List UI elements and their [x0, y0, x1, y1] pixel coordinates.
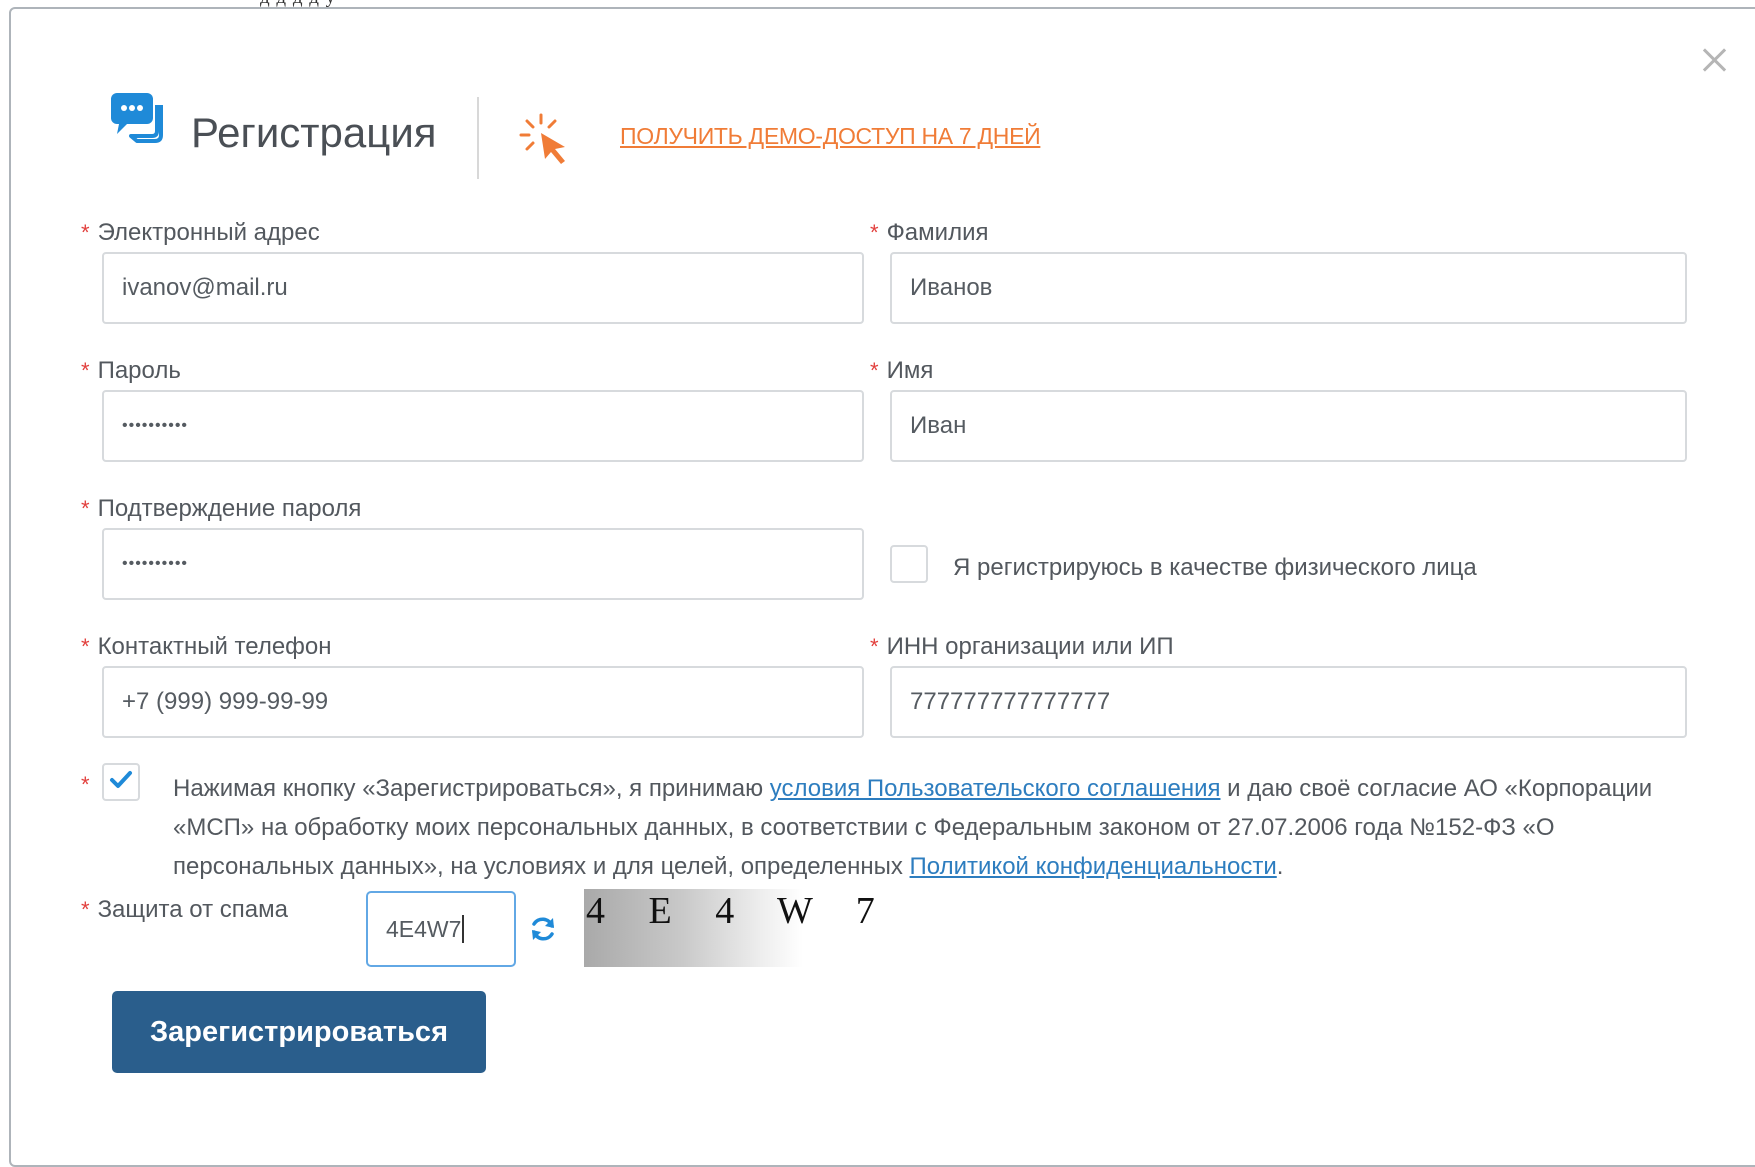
required-mark: *	[81, 496, 90, 521]
phone-label: * Контактный телефон	[81, 633, 332, 660]
individual-checkbox[interactable]	[890, 545, 928, 583]
consent-checkbox[interactable]	[102, 763, 140, 801]
inn-field[interactable]: 777777777777777	[890, 666, 1687, 738]
individual-label: Я регистрируюсь в качестве физического л…	[953, 554, 1477, 581]
captcha-label: * Защита от спама	[81, 896, 288, 923]
required-mark: *	[870, 220, 879, 245]
register-button[interactable]: Зарегистрироваться	[112, 991, 486, 1073]
required-mark: *	[870, 358, 879, 383]
header-divider	[477, 97, 479, 179]
firstname-field[interactable]: Иван	[890, 390, 1687, 462]
password-field[interactable]: ••••••••••	[102, 390, 864, 462]
lastname-field[interactable]: Иванов	[890, 252, 1687, 324]
required-mark: *	[81, 897, 90, 922]
lastname-label: * Фамилия	[870, 219, 989, 246]
registration-modal: Регистрация ПОЛУЧИТЬ ДЕМО-ДОСТУП НА 7 ДН…	[9, 7, 1755, 1167]
required-mark: *	[81, 220, 90, 245]
consent-text: Нажимая кнопку «Зарегистрироваться», я п…	[173, 775, 1653, 880]
email-field[interactable]: ivanov@mail.ru	[102, 252, 864, 324]
checkmark-icon	[110, 771, 132, 788]
page-title: Регистрация	[191, 109, 437, 156]
privacy-policy-link[interactable]: Политикой конфиденциальности	[910, 853, 1277, 880]
captcha-image-text: 4 E 4 W 7	[586, 890, 892, 932]
required-mark: *	[81, 634, 90, 659]
firstname-label: * Имя	[870, 357, 934, 384]
inn-label: * ИНН организации или ИП	[870, 633, 1174, 660]
cursor-click-icon	[519, 113, 565, 164]
user-agreement-link[interactable]: условия Пользовательского соглашения	[770, 775, 1221, 802]
captcha-image: 4 E 4 W 7	[584, 889, 875, 967]
chat-icon	[111, 93, 163, 143]
email-label: * Электронный адрес	[81, 219, 320, 246]
modal-header: Регистрация ПОЛУЧИТЬ ДЕМО-ДОСТУП НА 7 ДН…	[11, 9, 1755, 179]
consent-required-mark: *	[81, 772, 90, 797]
required-mark: *	[870, 634, 879, 659]
password-label: * Пароль	[81, 357, 181, 384]
phone-field[interactable]: +7 (999) 999-99-99	[102, 666, 864, 738]
password-confirm-label: * Подтверждение пароля	[81, 495, 362, 522]
text-caret	[462, 915, 465, 943]
refresh-icon[interactable]	[528, 914, 558, 944]
password-confirm-field[interactable]: ••••••••••	[102, 528, 864, 600]
required-mark: *	[81, 358, 90, 383]
captcha-input[interactable]: 4E4W7	[366, 891, 516, 967]
demo-access-link[interactable]: ПОЛУЧИТЬ ДЕМО-ДОСТУП НА 7 ДНЕЙ	[620, 123, 1041, 150]
